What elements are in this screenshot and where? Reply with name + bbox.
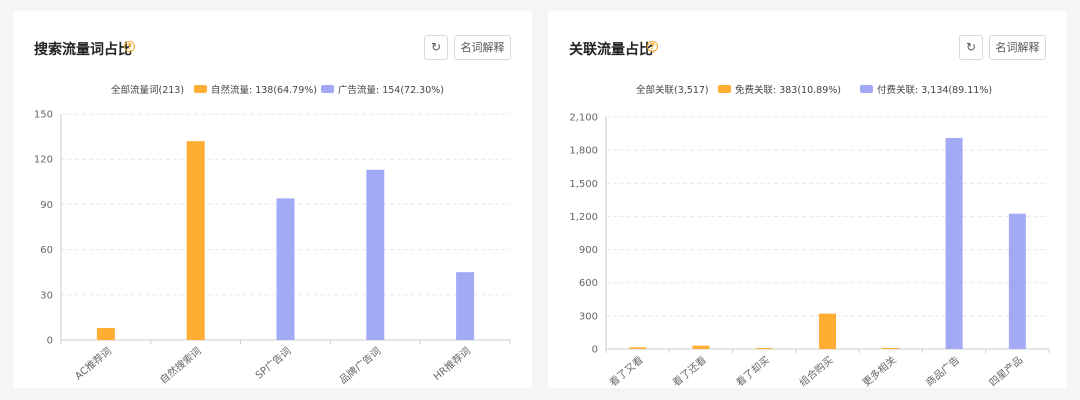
y-tick-label: 2,100 — [569, 113, 598, 124]
x-tick-label: 组合购买 — [796, 353, 835, 388]
y-tick-label: 300 — [579, 311, 598, 322]
y-tick-label: 120 — [34, 155, 53, 166]
y-tick-label: 90 — [40, 200, 53, 211]
x-tick-label: HR推荐词 — [431, 344, 473, 383]
y-tick-label: 60 — [40, 245, 53, 256]
bar[interactable] — [819, 313, 836, 349]
bar[interactable] — [456, 272, 475, 340]
y-tick-label: 1,500 — [569, 179, 598, 190]
x-tick-label: 看了还看 — [670, 353, 709, 388]
x-tick-label: 看了又看 — [607, 353, 646, 388]
y-tick-label: 900 — [579, 245, 598, 256]
bar[interactable] — [276, 198, 295, 340]
y-tick-label: 0 — [592, 345, 598, 356]
x-tick-label: 商品广告 — [923, 353, 962, 388]
bar[interactable] — [629, 347, 647, 349]
x-tick-label: AC推荐词 — [72, 344, 114, 382]
bar[interactable] — [692, 345, 710, 349]
x-tick-label: 四星产品 — [986, 353, 1025, 388]
x-tick-label: 品牌广告词 — [337, 344, 384, 386]
x-tick-label: SP广告词 — [253, 344, 294, 381]
y-tick-label: 30 — [40, 290, 53, 301]
search-traffic-bar-chart: 0 30 60 90 120 150 AC推荐词 自然搜索词 SP广告词 品牌广告词 HR推荐词 — [34, 110, 511, 386]
bar[interactable] — [755, 348, 773, 349]
y-tick-label: 1,200 — [569, 212, 598, 223]
x-tick-label: 看了却买 — [733, 353, 772, 388]
related-traffic-bar-chart: 0 300 600 900 1,200 1,500 1,800 2,100 看了又看 看了还看 看了… — [569, 113, 1050, 388]
y-tick-label: 600 — [579, 278, 598, 289]
bar[interactable] — [882, 348, 900, 349]
bar[interactable] — [186, 141, 205, 340]
y-tick-label: 0 — [47, 336, 53, 347]
bar[interactable] — [366, 169, 385, 340]
y-tick-label: 150 — [34, 110, 53, 121]
bar[interactable] — [1008, 213, 1026, 349]
bar[interactable] — [945, 137, 963, 349]
x-tick-label: 更多相关 — [860, 353, 899, 388]
x-tick-label: 自然搜索词 — [157, 344, 204, 386]
bar[interactable] — [96, 327, 115, 340]
y-tick-label: 1,800 — [569, 146, 598, 157]
related-traffic-panel: 关联流量占比 ? ↻ 名词解释 全部关联(3,517) 免费关联: 383(10… — [548, 11, 1067, 388]
search-traffic-panel: 搜索流量词占比 ? ↻ 名词解释 全部流量词(213) 自然流量: 138(64… — [13, 11, 532, 388]
